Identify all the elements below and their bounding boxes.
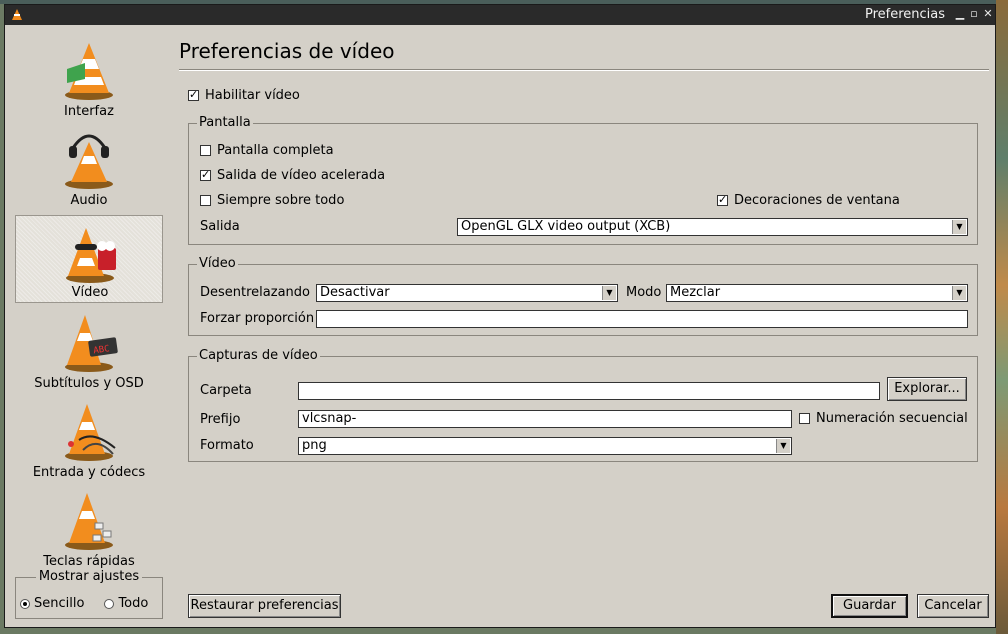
folder-label: Carpeta [200,383,252,398]
chevron-down-icon: ▼ [602,286,616,300]
sidebar-item-label: Subtítulos y OSD [34,376,144,391]
vlc-cone-video-icon [66,228,116,283]
title-divider [179,69,989,71]
vlc-cone-cables-icon [65,404,116,461]
chevron-down-icon: ▼ [952,286,966,300]
deinterlace-label: Desentrelazando [200,285,310,300]
display-legend: Pantalla [197,115,253,130]
always-on-top-checkbox[interactable] [200,195,211,206]
category-sidebar: Interfaz Audio Vídeo ABC Subtítulos y OS… [15,33,163,577]
deinterlace-select-value: Desactivar [320,285,390,300]
prefix-label: Prefijo [200,412,241,427]
sidebar-item-label: Entrada y códecs [32,465,146,480]
window-decorations-label[interactable]: Decoraciones de ventana [734,193,900,208]
fullscreen-label[interactable]: Pantalla completa [217,143,334,158]
enable-video-checkbox[interactable] [188,87,199,103]
sequential-numbering-checkbox[interactable] [799,413,810,424]
format-label: Formato [200,438,254,453]
sidebar-item-hotkeys[interactable]: Teclas rápidas [15,483,163,571]
output-select[interactable]: OpenGL GLX video output (XCB) ▼ [457,218,968,236]
accelerated-output-checkbox[interactable] [200,167,211,183]
sidebar-item-audio[interactable]: Audio [15,122,163,210]
sidebar-item-label: Teclas rápidas [43,554,135,569]
accelerated-output-label[interactable]: Salida de vídeo acelerada [217,168,385,183]
sidebar-item-label: Vídeo [71,285,109,300]
radio-simple[interactable] [20,598,30,609]
format-select-value: png [302,438,327,453]
output-label: Salida [200,219,240,234]
svg-text:ABC: ABC [93,344,110,356]
radio-simple-label[interactable]: Sencillo [34,596,84,611]
cancel-button[interactable]: Cancelar [917,594,989,618]
aspect-ratio-input[interactable] [316,310,968,328]
minimize-icon[interactable]: ▁ [953,6,967,22]
vlc-cone-subtitles-icon: ABC [65,315,118,372]
title-bar[interactable]: Preferencias ▁ ▫ ✕ [5,5,995,25]
deinterlace-select[interactable]: Desactivar ▼ [316,284,618,302]
video-legend: Vídeo [197,256,238,271]
prefix-input[interactable]: vlcsnap- [298,410,792,428]
chevron-down-icon: ▼ [776,439,790,453]
enable-video-label[interactable]: Habilitar vídeo [205,88,300,103]
mode-select-value: Mezclar [670,285,721,300]
radio-all-label[interactable]: Todo [118,596,148,611]
folder-input[interactable] [298,382,880,400]
sequential-numbering-label[interactable]: Numeración secuencial [816,411,968,426]
show-settings-group: Mostrar ajustes Sencillo Todo [15,569,163,619]
reset-preferences-button[interactable]: Restaurar preferencias [188,594,341,618]
snapshots-group: Capturas de vídeo Carpeta Explorar... Pr… [188,348,978,462]
sidebar-item-video[interactable]: Vídeo [15,215,163,303]
show-settings-legend: Mostrar ajustes [35,569,143,584]
vlc-cone-headphones-icon [65,134,113,189]
mode-label: Modo [626,285,662,300]
snapshots-legend: Capturas de vídeo [197,348,320,363]
sidebar-item-label: Audio [70,193,108,208]
browse-button[interactable]: Explorar... [887,377,967,401]
close-icon[interactable]: ✕ [981,6,995,22]
chevron-down-icon: ▼ [952,220,966,234]
format-select[interactable]: png ▼ [298,437,792,455]
window-title: Preferencias [864,7,945,22]
sidebar-item-subtitles-osd[interactable]: ABC Subtítulos y OSD [15,305,163,393]
always-on-top-label[interactable]: Siempre sobre todo [217,193,344,208]
vlc-cone-keys-icon [65,493,113,550]
output-select-value: OpenGL GLX video output (XCB) [461,219,671,234]
video-group: Vídeo Desentrelazando Desactivar ▼ Modo … [188,256,978,336]
sidebar-item-label: Interfaz [64,104,114,119]
display-group: Pantalla Pantalla completa Salida de víd… [188,115,978,245]
window-decorations-checkbox[interactable] [717,192,728,208]
vlc-cone-interface-icon [65,43,113,100]
mode-select[interactable]: Mezclar ▼ [666,284,968,302]
aspect-ratio-label: Forzar proporción [200,311,315,326]
fullscreen-checkbox[interactable] [200,145,211,156]
page-title: Preferencias de vídeo [179,39,395,63]
save-button[interactable]: Guardar [831,594,908,618]
sidebar-item-interface[interactable]: Interfaz [15,33,163,121]
enable-video-row: Habilitar vídeo [188,87,300,103]
radio-all[interactable] [104,598,115,609]
vlc-cone-icon [11,9,23,25]
preferences-window: Preferencias ▁ ▫ ✕ Interfaz Audio Vídeo … [4,4,996,628]
sidebar-item-input-codecs[interactable]: Entrada y códecs [15,394,163,482]
maximize-icon[interactable]: ▫ [967,6,981,22]
